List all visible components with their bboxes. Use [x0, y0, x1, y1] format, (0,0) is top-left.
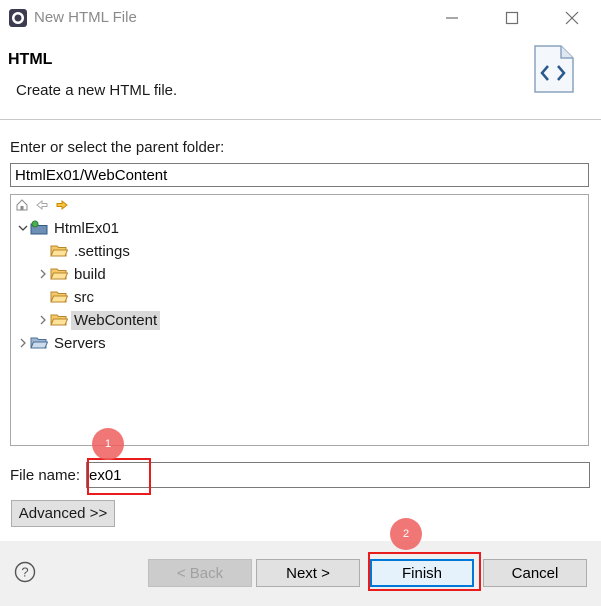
highlight-box-finish: [368, 552, 481, 591]
tree-item-label: build: [74, 265, 106, 283]
back-button[interactable]: < Back: [148, 559, 252, 587]
close-button[interactable]: [557, 6, 587, 30]
folder-icon: [50, 266, 68, 282]
tree-item-build[interactable]: build: [36, 263, 109, 285]
highlight-box-file-name: [87, 458, 151, 495]
tree-item-label: .settings: [74, 242, 130, 260]
tree-item-settings[interactable]: .settings: [50, 240, 133, 262]
next-button[interactable]: Next >: [256, 559, 360, 587]
eclipse-app-icon: [9, 9, 27, 27]
tree-item-webcontent[interactable]: WebContent: [36, 309, 161, 331]
maximize-button[interactable]: [497, 6, 527, 30]
wizard-description: Create a new HTML file.: [16, 82, 178, 99]
chevron-right-icon[interactable]: [36, 313, 50, 327]
folder-icon: [50, 289, 68, 305]
folder-icon: [30, 335, 48, 351]
project-icon: [30, 220, 48, 236]
window-title: New HTML File: [34, 9, 137, 26]
wizard-title: HTML: [8, 51, 53, 68]
minimize-button[interactable]: [437, 6, 467, 30]
home-icon[interactable]: [14, 197, 30, 213]
parent-folder-input[interactable]: [10, 163, 589, 187]
tree-toolbar: [14, 197, 70, 215]
close-icon: [565, 11, 579, 25]
chevron-right-icon[interactable]: [36, 267, 50, 281]
help-icon[interactable]: ?: [14, 561, 36, 583]
maximize-icon: [505, 11, 519, 25]
tree-item-label: WebContent: [71, 310, 161, 330]
minimize-icon: [446, 17, 458, 19]
folder-icon: [50, 312, 68, 328]
html-file-icon: [534, 45, 574, 93]
file-name-label: File name:: [10, 467, 81, 484]
parent-folder-label: Enter or select the parent folder:: [10, 139, 225, 156]
forward-arrow-icon[interactable]: [54, 197, 70, 213]
chevron-down-icon[interactable]: [16, 221, 30, 235]
back-arrow-icon[interactable]: [34, 197, 50, 213]
advanced-button[interactable]: Advanced >>: [11, 500, 115, 527]
tree-item-label: src: [74, 288, 94, 306]
step-badge-2: 2: [390, 518, 422, 550]
tree-item-htmlex01[interactable]: HtmlEx01: [16, 217, 122, 239]
wizard-banner: [0, 36, 601, 120]
tree-item-label: Servers: [54, 334, 106, 352]
folder-icon: [50, 243, 68, 259]
help-glyph: ?: [21, 565, 28, 580]
file-name-input[interactable]: [86, 462, 590, 488]
chevron-right-icon[interactable]: [16, 336, 30, 350]
step-badge-1: 1: [92, 428, 124, 460]
cancel-button[interactable]: Cancel: [483, 559, 587, 587]
tree-item-src[interactable]: src: [50, 286, 97, 308]
tree-item-label: HtmlEx01: [54, 219, 120, 237]
tree-item-servers[interactable]: Servers: [16, 332, 109, 354]
